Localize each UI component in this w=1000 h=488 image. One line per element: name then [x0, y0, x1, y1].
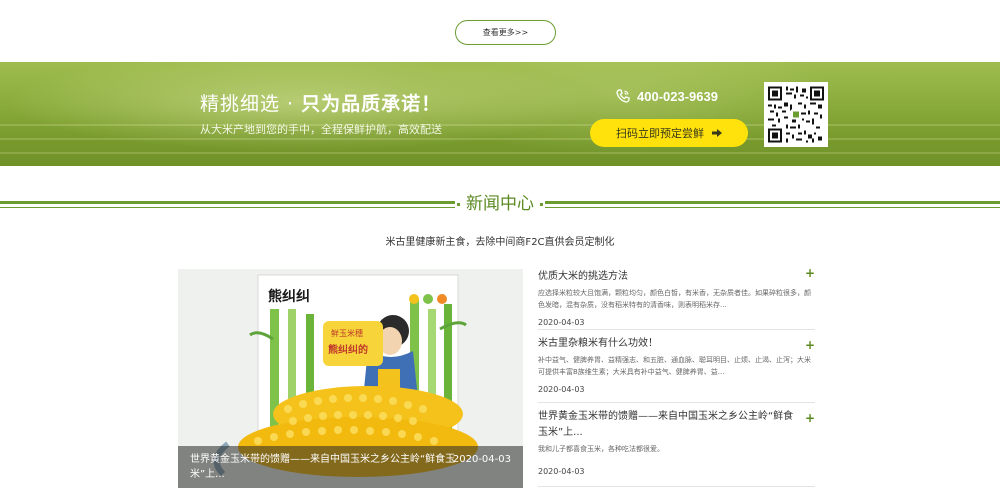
promo-banner: 精挑细选 · 只为品质承诺！ 从大米产地到您的手中，全程保鲜护航，高效配送 40… [0, 62, 1000, 166]
package-sign-1: 鲜玉米穗 [331, 328, 363, 338]
news-list-item[interactable]: + 优质大米的挑选方法 应选择米粒较大且饱满，颗粒均匀，颜色白皙，有米香，无杂质… [538, 264, 815, 330]
news-item-title[interactable]: 世界黄金玉米带的馈赠——来自中国玉米之乡公主岭“鲜食玉米”上... [538, 409, 815, 441]
news-title-text: 新闻中心 [466, 194, 534, 214]
plus-icon[interactable]: + [805, 266, 815, 280]
banner-decor [0, 152, 1000, 154]
news-item-title[interactable]: 优质大米的挑选方法 [538, 264, 815, 285]
news-item-date: 2020-04-03 [538, 318, 585, 327]
news-heading: 新闻中心 [0, 190, 1000, 220]
banner-title: 精挑细选 · 只为品质承诺！ [200, 89, 441, 116]
news-section-title: 新闻中心 [455, 190, 545, 220]
order-button-label: 扫码立即预定尝鲜 [616, 127, 704, 140]
phone-icon [616, 89, 630, 103]
qr-code [764, 82, 828, 147]
banner-title-bold: 只为品质承诺！ [301, 93, 442, 115]
more-section: 查看更多>> [0, 0, 1000, 62]
package-sign-2: 熊纠纠的 [328, 343, 368, 356]
news-item-date: 2020-04-03 [538, 467, 585, 476]
featured-caption: 世界黄金玉米带的馈赠——来自中国玉米之乡公主岭“鲜食玉米”上... 2020-0… [178, 446, 523, 488]
featured-news[interactable]: 熊纠纠 鲜玉米穗 熊纠纠的 世界黄金玉米带的馈赠——来自中国玉米之乡公主岭“鲜食… [178, 269, 523, 488]
plus-icon[interactable]: + [805, 411, 815, 425]
news-item-title[interactable]: 米古里杂粮米有什么功效！ [538, 336, 815, 352]
plus-icon[interactable]: + [805, 338, 815, 352]
view-more-button[interactable]: 查看更多>> [455, 20, 556, 45]
banner-decor [0, 138, 1000, 140]
banner-subtitle: 从大米产地到您的手中，全程保鲜护航，高效配送 [200, 123, 442, 136]
banner-decor [0, 124, 1000, 126]
news-description: 米古里健康新主食，去除中间商F2C直供会员定制化 [385, 237, 615, 248]
news-list: + 优质大米的挑选方法 应选择米粒较大且饱满，颗粒均匀，颜色白皙，有米香，无杂质… [538, 264, 815, 488]
featured-caption-text: 世界黄金玉米带的馈赠——来自中国玉米之乡公主岭“鲜食玉米”上... [190, 454, 456, 480]
news-item-summary: 应选择米粒较大且饱满，颗粒均匀，颜色白皙，有米香，无杂质者佳。如果碎粒很多，颜色… [538, 289, 811, 309]
news-list-item[interactable]: + 世界黄金玉米带的馈赠——来自中国玉米之乡公主岭“鲜食玉米”上... 我和儿子… [538, 409, 815, 487]
banner-title-thin: 精挑细选 · [200, 93, 302, 115]
phone-number[interactable]: 400-023-9639 [637, 89, 718, 104]
news-list-item[interactable]: + 米古里杂粮米有什么功效！ 补中益气、健脾养胃、益精强志、和五脏、通血脉、聪耳… [538, 336, 815, 403]
featured-caption-date: 2020-04-03 [452, 454, 511, 465]
title-dot [540, 203, 543, 206]
order-button[interactable]: 扫码立即预定尝鲜 [590, 119, 748, 147]
package-logo: 熊纠纠 [268, 288, 310, 305]
title-dot [457, 203, 460, 206]
qr-code-image [768, 86, 824, 143]
arrow-right-icon [712, 129, 722, 137]
news-item-summary: 我和儿子都喜食玉米，各种吃法都很爱。 [538, 445, 664, 453]
phone-row: 400-023-9639 [615, 87, 718, 105]
news-item-summary: 补中益气、健脾养胃、益精强志、和五脏、通血脉、聪耳明目、止烦、止渴、止泻；大米可… [538, 356, 811, 376]
news-item-date: 2020-04-03 [538, 385, 585, 394]
